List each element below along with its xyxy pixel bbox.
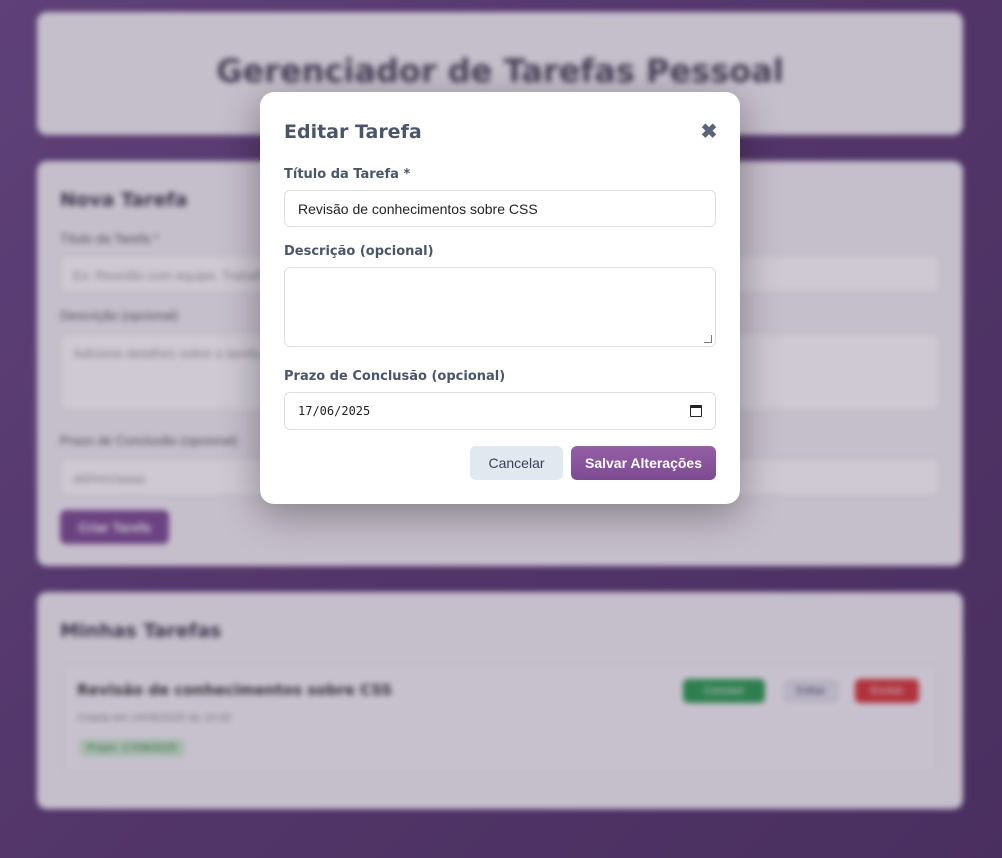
cancel-button[interactable]: Cancelar: [470, 446, 563, 480]
resize-handle-icon[interactable]: [704, 335, 712, 343]
title-field-value: Revisão de conhecimentos sobre CSS: [298, 200, 538, 217]
deadline-field[interactable]: 17/06/2025: [284, 392, 716, 430]
description-field-label: Descrição (opcional): [284, 244, 434, 259]
title-field[interactable]: Revisão de conhecimentos sobre CSS: [284, 190, 716, 227]
save-changes-button[interactable]: Salvar Alterações: [571, 446, 716, 480]
calendar-icon[interactable]: [690, 405, 702, 417]
close-icon[interactable]: ✖: [700, 121, 718, 143]
deadline-field-value: 17/06/2025: [298, 404, 371, 418]
description-field[interactable]: [284, 267, 716, 347]
modal-title: Editar Tarefa: [284, 121, 422, 143]
title-field-label: Título da Tarefa *: [284, 167, 411, 182]
deadline-field-label: Prazo de Conclusão (opcional): [284, 369, 506, 384]
edit-task-modal: Editar Tarefa ✖ Título da Tarefa * Revis…: [260, 92, 740, 504]
